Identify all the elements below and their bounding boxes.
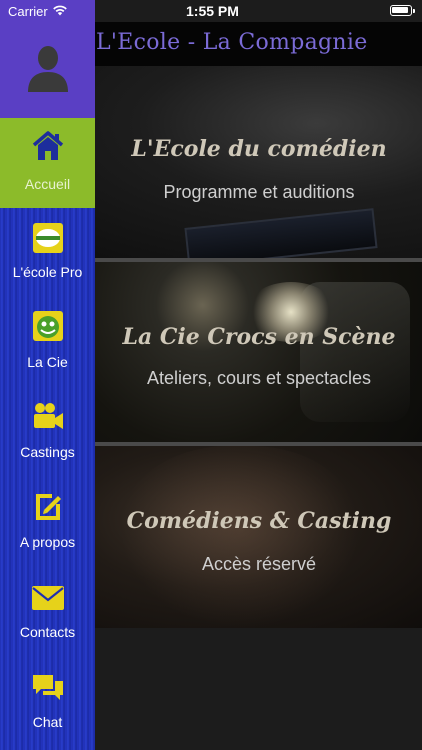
la-cie-logo-icon [30, 308, 66, 344]
menu-item-castings[interactable]: Castings [0, 388, 95, 478]
menu-item-chat[interactable]: Chat [0, 658, 95, 748]
carrier-label: Carrier [8, 4, 48, 19]
menu-label: A propos [19, 534, 76, 550]
chat-bubbles-icon [30, 670, 66, 706]
envelope-icon [30, 580, 66, 616]
menu-label: Contacts [19, 624, 76, 640]
ecole-pro-logo-icon [30, 220, 66, 256]
menu-label: La Cie [27, 354, 68, 370]
edit-square-icon [30, 488, 66, 524]
menu-label: Castings [20, 444, 75, 460]
menu-item-la-cie[interactable]: La Cie [0, 298, 95, 388]
spotlight-stand-photo [300, 282, 410, 422]
menu-item-contacts[interactable]: Contacts [0, 568, 95, 658]
user-avatar-icon [28, 46, 68, 92]
app-title: L'Ecole - La Compagnie [96, 30, 368, 55]
side-menu: Accueil L'école Pro La Cie Castings A pr… [0, 0, 95, 750]
menu-label: Accueil [24, 176, 71, 192]
stage-photo [184, 208, 378, 258]
menu-item-ecole-pro[interactable]: L'école Pro [0, 208, 95, 298]
menu-item-a-propos[interactable]: A propos [0, 478, 95, 568]
battery-icon [390, 5, 415, 16]
menu-item-accueil[interactable]: Accueil [0, 118, 95, 208]
status-time: 1:55 PM [186, 3, 239, 19]
portrait-photo [120, 446, 360, 628]
wifi-icon [53, 5, 67, 16]
status-bar: Carrier 1:55 PM [0, 0, 422, 22]
menu-label: Chat [32, 714, 63, 730]
home-icon [30, 128, 66, 164]
menu-label: L'école Pro [12, 264, 83, 280]
video-camera-icon [30, 398, 66, 434]
